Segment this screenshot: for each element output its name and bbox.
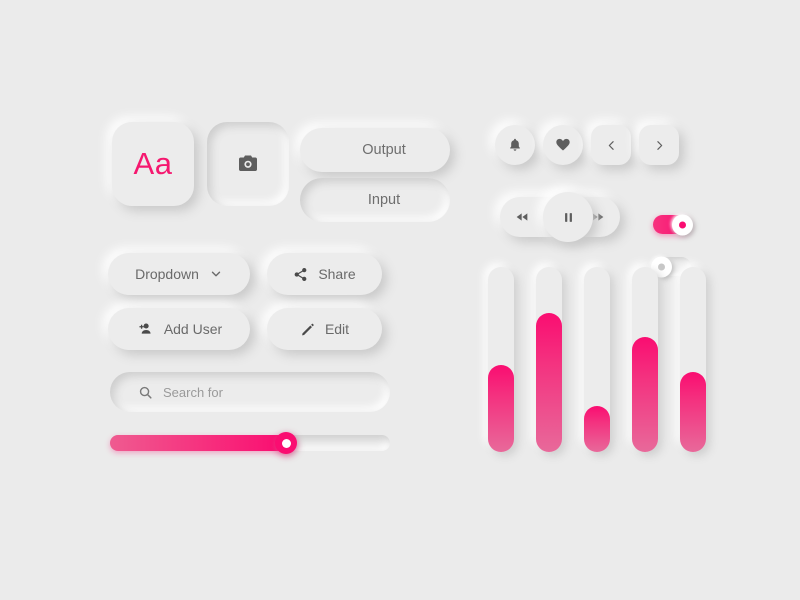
rewind-icon[interactable] — [514, 209, 530, 225]
chevron-down-icon — [209, 267, 223, 281]
ui-kit-canvas: Aa Output Input Dropdown Share Add User … — [0, 0, 800, 600]
equalizer-fill — [488, 365, 514, 452]
search-input-placeholder: Search for — [163, 384, 223, 400]
chevron-left-icon — [605, 139, 618, 152]
pause-icon — [561, 210, 576, 225]
share-button[interactable]: Share — [267, 253, 382, 295]
previous-button[interactable] — [591, 125, 631, 165]
add-user-button[interactable]: Add User — [108, 308, 250, 350]
equalizer-track[interactable] — [680, 267, 706, 452]
pause-button[interactable] — [543, 192, 593, 242]
pencil-icon — [300, 322, 315, 337]
chevron-right-icon — [653, 139, 666, 152]
share-button-label: Share — [318, 266, 356, 282]
typography-tile-label: Aa — [133, 146, 173, 181]
equalizer-track[interactable] — [488, 267, 514, 452]
edit-button[interactable]: Edit — [267, 308, 382, 350]
input-button-label: Input — [367, 192, 401, 208]
equalizer-track[interactable] — [536, 267, 562, 452]
search-input[interactable]: Search for — [110, 372, 390, 412]
toggle-on[interactable] — [653, 214, 693, 235]
equalizer-track[interactable] — [632, 267, 658, 452]
output-button-label: Output — [362, 142, 406, 158]
equalizer-track[interactable] — [584, 267, 610, 452]
equalizer-sliders — [488, 267, 706, 452]
equalizer-fill — [680, 372, 706, 452]
person-add-icon — [136, 320, 154, 338]
typography-tile[interactable]: Aa — [112, 122, 194, 206]
search-icon — [138, 385, 153, 400]
output-button[interactable]: Output — [300, 128, 450, 172]
equalizer-fill — [584, 405, 610, 452]
equalizer-fill — [632, 337, 658, 452]
camera-tile[interactable] — [207, 122, 289, 206]
horizontal-slider[interactable] — [110, 432, 390, 454]
bell-icon — [507, 137, 523, 153]
favorite-button[interactable] — [543, 125, 583, 165]
input-button[interactable]: Input — [300, 178, 450, 222]
slider-thumb[interactable] — [275, 432, 298, 454]
toggle-on-knob[interactable] — [672, 214, 693, 235]
heart-icon — [555, 137, 571, 153]
dropdown-button-label: Dropdown — [135, 266, 199, 282]
slider-fill — [110, 435, 287, 451]
camera-icon — [236, 152, 260, 176]
add-user-button-label: Add User — [163, 321, 223, 337]
dropdown-button[interactable]: Dropdown — [108, 253, 250, 295]
next-button[interactable] — [639, 125, 679, 165]
equalizer-fill — [536, 313, 562, 452]
share-icon — [293, 267, 308, 282]
edit-button-label: Edit — [324, 321, 350, 337]
notification-button[interactable] — [495, 125, 535, 165]
